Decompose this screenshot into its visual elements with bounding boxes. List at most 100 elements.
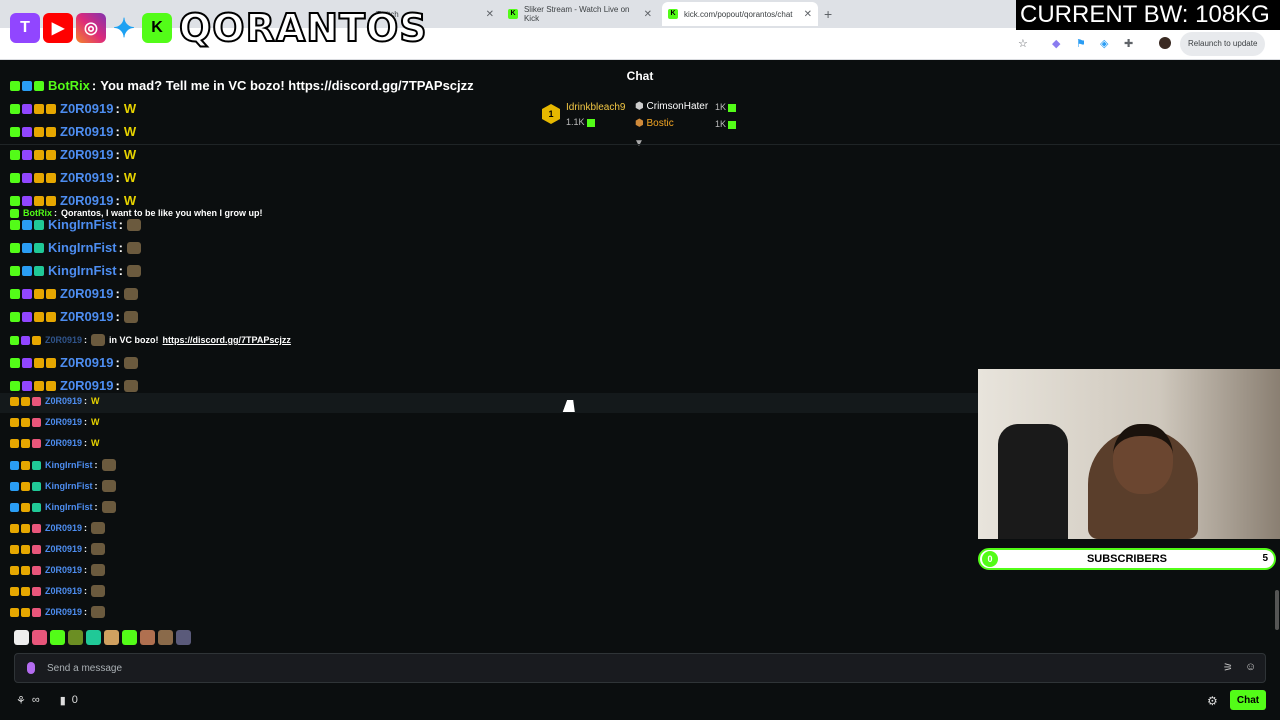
- username[interactable]: Z0R0919: [45, 335, 82, 345]
- crown-icon: [10, 565, 19, 575]
- username[interactable]: Z0R0919: [45, 586, 82, 596]
- kick-badge-icon: [10, 380, 20, 391]
- chat-message[interactable]: Z0R0919:: [10, 355, 138, 370]
- chat-message[interactable]: Z0R0919: W: [10, 124, 136, 139]
- puzzle-icon[interactable]: ✚: [1124, 37, 1133, 50]
- username[interactable]: BotRix: [48, 78, 90, 93]
- chat-message[interactable]: Z0R0919: in VC bozo! https://discord.gg/…: [10, 334, 291, 346]
- username[interactable]: KingIrnFist: [45, 502, 93, 512]
- chat-message[interactable]: Z0R0919:: [10, 309, 138, 324]
- username[interactable]: Z0R0919: [60, 286, 113, 301]
- emote-icon[interactable]: [68, 630, 83, 645]
- tab-kick-chat[interactable]: K kick.com/popout/qorantos/chat ✕: [662, 2, 818, 26]
- banana-icon: [21, 565, 30, 575]
- emote-icon: [101, 459, 116, 471]
- emote-icon[interactable]: [158, 630, 173, 645]
- username[interactable]: KingIrnFist: [45, 460, 93, 470]
- username[interactable]: Z0R0919: [60, 124, 113, 139]
- verified-icon: [34, 80, 44, 91]
- emote-picker-icon[interactable]: ⚞: [1223, 661, 1233, 674]
- extension-icon[interactable]: ◈: [1100, 37, 1108, 50]
- username[interactable]: Z0R0919: [45, 544, 82, 554]
- chat-message[interactable]: Z0R0919: W: [10, 438, 100, 448]
- emote-icon[interactable]: [122, 630, 137, 645]
- banana-icon: [21, 607, 30, 617]
- extension-icon[interactable]: ⚑: [1076, 37, 1086, 50]
- extension-icon[interactable]: ◆: [1052, 37, 1060, 50]
- chat-message[interactable]: BotRix: You mad? Tell me in VC bozo! htt…: [10, 78, 474, 93]
- avatar[interactable]: [1159, 37, 1171, 49]
- chat-message[interactable]: KingIrnFist:: [10, 217, 141, 232]
- chat-message[interactable]: Z0R0919:: [10, 585, 106, 597]
- chat-message[interactable]: Z0R0919: W: [10, 417, 100, 427]
- username[interactable]: Z0R0919: [60, 101, 113, 116]
- kick-favicon-icon: K: [668, 9, 678, 19]
- message-text: W: [123, 101, 137, 116]
- smiley-icon[interactable]: ☺: [1245, 661, 1256, 673]
- chat-message[interactable]: Z0R0919: W: [10, 193, 136, 208]
- close-icon[interactable]: ✕: [804, 9, 812, 20]
- bookmark-star-icon[interactable]: ☆: [1018, 37, 1028, 50]
- chat-message[interactable]: Z0R0919: W: [10, 147, 136, 162]
- chat-message[interactable]: Z0R0919: W: [10, 170, 136, 185]
- emote-icon[interactable]: [50, 630, 65, 645]
- infinity-icon[interactable]: ∞: [32, 694, 40, 707]
- chat-message[interactable]: KingIrnFist:: [10, 459, 116, 471]
- username[interactable]: Z0R0919: [60, 193, 113, 208]
- kick-badge-icon: [10, 242, 20, 253]
- close-icon[interactable]: ✕: [486, 9, 494, 20]
- discord-link[interactable]: https://discord.gg/7TPAPscjzz: [163, 335, 291, 345]
- tab-sliker-stream[interactable]: K Sliker Stream - Watch Live on Kick ✕: [502, 2, 658, 26]
- username[interactable]: Z0R0919: [45, 607, 82, 617]
- message-input[interactable]: [47, 654, 1217, 682]
- username[interactable]: Z0R0919: [60, 147, 113, 162]
- username[interactable]: Z0R0919: [60, 378, 113, 393]
- message-text: You mad? Tell me in VC bozo! https://dis…: [100, 78, 474, 93]
- chat-message[interactable]: Z0R0919: W: [10, 396, 100, 406]
- badge-icon: [21, 335, 30, 345]
- username[interactable]: Z0R0919: [60, 170, 113, 185]
- username[interactable]: KingIrnFist: [45, 481, 93, 491]
- username[interactable]: Z0R0919: [45, 396, 82, 406]
- chat-message[interactable]: KingIrnFist:: [10, 240, 141, 255]
- username[interactable]: Z0R0919: [60, 309, 113, 324]
- username[interactable]: KingIrnFist: [48, 217, 117, 232]
- chat-message[interactable]: KingIrnFist:: [10, 480, 116, 492]
- emote-icon[interactable]: [14, 630, 29, 645]
- username[interactable]: Z0R0919: [45, 417, 82, 427]
- chat-message[interactable]: Z0R0919:: [10, 543, 106, 555]
- viewer-count: 0: [71, 694, 78, 706]
- emote-icon[interactable]: [140, 630, 155, 645]
- chat-message[interactable]: KingIrnFist:: [10, 263, 141, 278]
- chat-message[interactable]: Z0R0919:: [10, 522, 106, 534]
- username[interactable]: Z0R0919: [45, 565, 82, 575]
- username[interactable]: KingIrnFist: [48, 240, 117, 255]
- chat-message[interactable]: Z0R0919: W: [10, 101, 136, 116]
- gear-icon[interactable]: ⚙: [1207, 694, 1218, 708]
- webcam-chair: [998, 424, 1068, 539]
- scrollbar[interactable]: [1275, 590, 1279, 630]
- chat-message[interactable]: Z0R0919:: [10, 378, 138, 393]
- username[interactable]: Z0R0919: [45, 523, 82, 533]
- username[interactable]: KingIrnFist: [48, 263, 117, 278]
- close-icon[interactable]: ✕: [644, 9, 652, 20]
- gift-icon: [32, 396, 41, 406]
- send-chat-button[interactable]: Chat: [1230, 690, 1266, 710]
- webcam-feed: [978, 369, 1280, 539]
- chat-message[interactable]: Z0R0919:: [10, 286, 138, 301]
- points-icon[interactable]: ⚘: [16, 694, 26, 707]
- emote-icon[interactable]: [104, 630, 119, 645]
- username[interactable]: Z0R0919: [60, 355, 113, 370]
- chat-message[interactable]: Z0R0919:: [10, 606, 106, 618]
- crown-icon: [10, 438, 19, 448]
- microphone-icon[interactable]: [27, 662, 35, 674]
- new-tab-icon[interactable]: +: [824, 6, 832, 22]
- emote-icon[interactable]: [86, 630, 101, 645]
- chat-message[interactable]: KingIrnFist:: [10, 501, 116, 513]
- chat-message[interactable]: Z0R0919:: [10, 564, 106, 576]
- emote-icon[interactable]: [32, 630, 47, 645]
- emote-icon[interactable]: [176, 630, 191, 645]
- relaunch-button[interactable]: Relaunch to update: [1180, 32, 1266, 56]
- badge-icon: [10, 502, 19, 512]
- username[interactable]: Z0R0919: [45, 438, 82, 448]
